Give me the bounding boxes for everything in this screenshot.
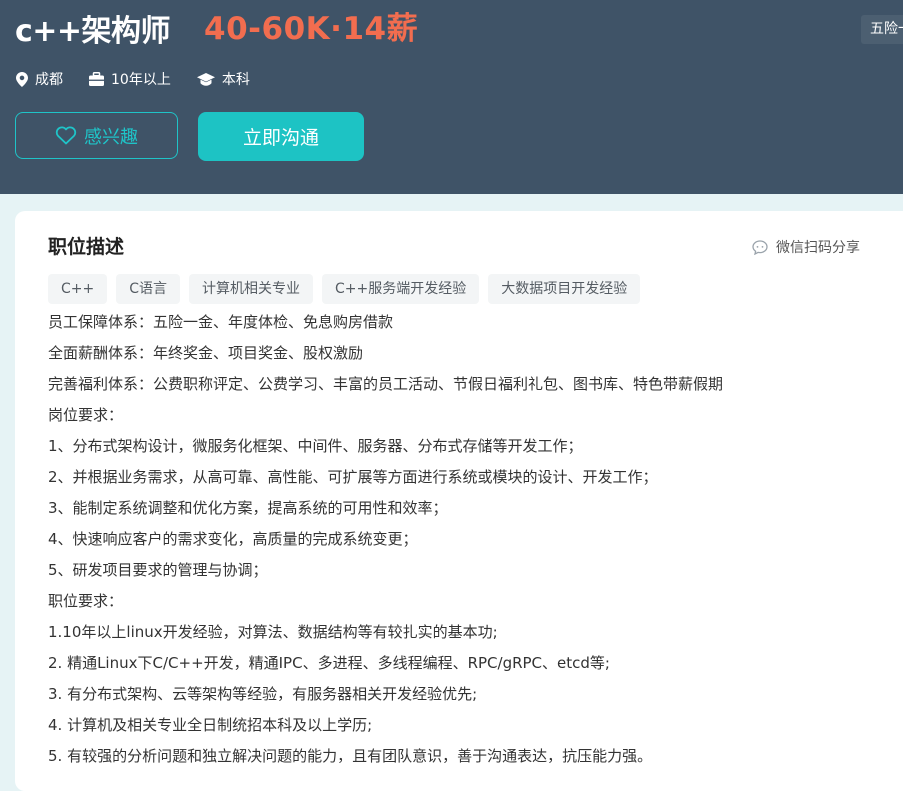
heart-outline-icon (55, 126, 77, 145)
description-text: 员工保障体系：五险一金、年度体检、免息购房借款 全面薪酬体系：年终奖金、项目奖金… (48, 307, 903, 772)
skill-tag: C++服务端开发经验 (322, 274, 480, 304)
section-title: 职位描述 (48, 236, 125, 258)
description-line: 4、快速响应客户的需求变化，高质量的完成系统变更； (48, 530, 418, 548)
chat-bubble-icon (752, 239, 768, 255)
location-text: 成都 (35, 72, 63, 88)
description-line: 2、并根据业务需求，从高可靠、高性能、可扩展等方面进行系统或模块的设计、开发工作… (48, 468, 658, 486)
description-line: 职位要求： (48, 592, 124, 610)
job-meta: 成都 10年以上 本科 (16, 68, 276, 90)
briefcase-icon (89, 72, 104, 86)
graduation-cap-icon (196, 72, 215, 86)
skill-tag: C++ (48, 274, 108, 304)
chat-now-button[interactable]: 立即沟通 (198, 112, 364, 161)
chat-now-button-label: 立即沟通 (242, 127, 319, 149)
job-title: c++架构师 (15, 14, 171, 49)
description-line: 5. 有较强的分析问题和独立解决问题的能力，且有团队意识，善于沟通表达，抗压能力… (48, 747, 653, 765)
description-line: 1.10年以上linux开发经验，对算法、数据结构等有较扎实的基本功; (48, 623, 498, 641)
benefit-chip: 五险一金 (861, 15, 903, 44)
location-pin-icon (16, 71, 28, 87)
description-line: 员工保障体系：五险一金、年度体检、免息购房借款 (48, 313, 394, 331)
experience-text: 10年以上 (111, 72, 171, 88)
description-line: 全面薪酬体系：年终奖金、项目奖金、股权激励 (48, 344, 364, 362)
salary: 40-60K·14薪 (204, 11, 419, 47)
description-line: 完善福利体系：公费职称评定、公费学习、丰富的员工活动、节假日福利礼包、图书库、特… (48, 375, 724, 393)
description-line: 3. 有分布式架构、云等架构等经验，有服务器相关开发经验优先; (48, 685, 478, 703)
meta-location: 成都 (16, 69, 63, 89)
description-line: 4. 计算机及相关专业全日制统招本科及以上学历; (48, 716, 373, 734)
meta-education: 本科 (196, 69, 250, 89)
skill-tag: 大数据项目开发经验 (488, 274, 641, 304)
share-label: 微信扫码分享 (776, 240, 860, 256)
education-text: 本科 (221, 72, 250, 88)
job-header: c++架构师 40-60K·14薪 五险一金 成都 10年以上 本科 (0, 0, 903, 194)
description-line: 1、分布式架构设计，微服务化框架、中间件、服务器、分布式存储等开发工作； (48, 437, 583, 455)
job-description-card: 职位描述 微信扫码分享 C++ C语言 计算机相关专业 C++服务端开发经验 大… (15, 211, 903, 791)
interest-button[interactable]: 感兴趣 (15, 112, 178, 159)
description-line: 3、能制定系统调整和优化方案，提高系统的可用性和效率； (48, 499, 448, 517)
skill-tag: 计算机相关专业 (189, 274, 314, 304)
interest-button-label: 感兴趣 (84, 126, 138, 148)
description-line: 岗位要求： (48, 406, 124, 424)
description-line: 2. 精通Linux下C/C++开发，精通IPC、多进程、多线程编程、RPC/g… (48, 654, 610, 672)
skill-tags: C++ C语言 计算机相关专业 C++服务端开发经验 大数据项目开发经验 (48, 274, 649, 304)
wechat-share[interactable]: 微信扫码分享 (752, 237, 860, 257)
meta-experience: 10年以上 (89, 69, 171, 89)
skill-tag: C语言 (116, 274, 181, 304)
description-line: 5、研发项目要求的管理与协调； (48, 561, 268, 579)
